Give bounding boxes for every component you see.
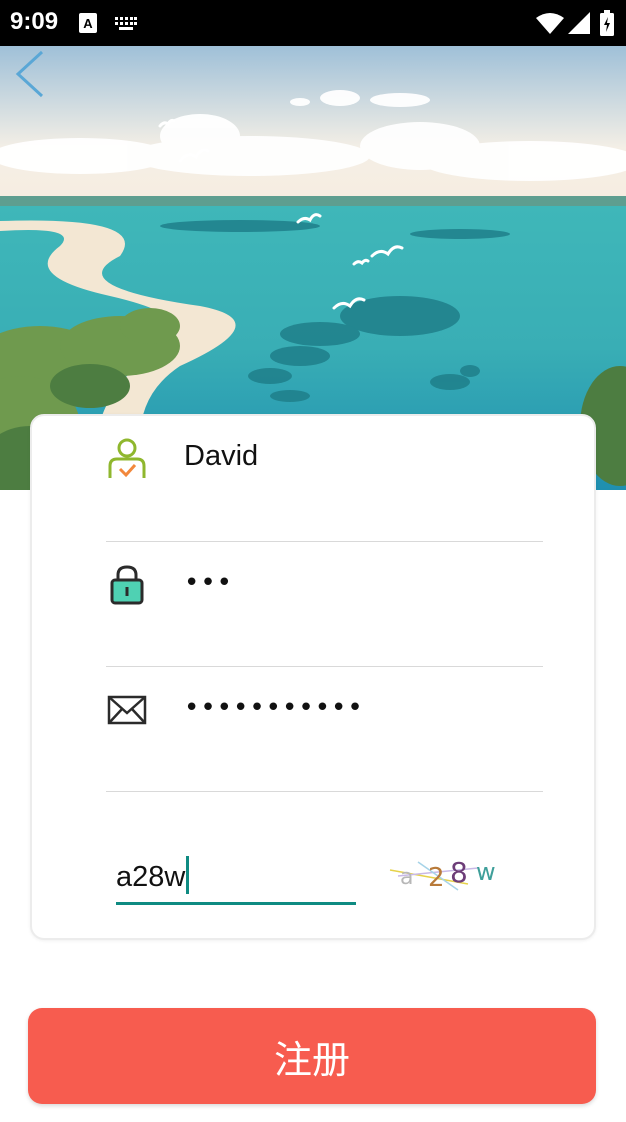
captcha-char-1: a <box>400 865 413 890</box>
user-icon <box>108 438 146 478</box>
mail-icon <box>107 695 147 725</box>
captcha-input[interactable]: a28w <box>116 848 356 905</box>
captcha-char-2: 2 <box>428 863 445 893</box>
status-bar: 9:09 A <box>0 0 626 46</box>
username-value[interactable]: David <box>184 440 258 473</box>
captcha-image[interactable]: a 2 8 w <box>388 840 508 896</box>
svg-text:A: A <box>83 16 93 31</box>
battery-icon <box>600 10 614 36</box>
lock-icon <box>110 565 144 605</box>
register-form-card: David ••• ••••••••••• a28w a 2 8 w <box>30 414 596 940</box>
email-row[interactable]: ••••••••••• <box>106 667 543 792</box>
captcha-input-value: a28w <box>116 856 190 894</box>
captcha-char-3: 8 <box>450 856 468 889</box>
text-caret <box>186 856 190 894</box>
wifi-icon <box>536 13 564 34</box>
register-button[interactable]: 注册 <box>28 1008 596 1104</box>
username-row[interactable]: David <box>106 416 543 542</box>
status-time: 9:09 <box>10 8 59 35</box>
captcha-char-4: w <box>476 858 496 886</box>
signal-icon <box>568 12 590 34</box>
back-icon[interactable] <box>12 48 52 100</box>
password-value[interactable]: ••• <box>184 568 233 598</box>
email-value[interactable]: ••••••••••• <box>184 693 364 723</box>
keyboard-a-icon: A <box>79 13 97 33</box>
keyboard-icon <box>115 17 137 30</box>
password-row[interactable]: ••• <box>106 542 543 667</box>
